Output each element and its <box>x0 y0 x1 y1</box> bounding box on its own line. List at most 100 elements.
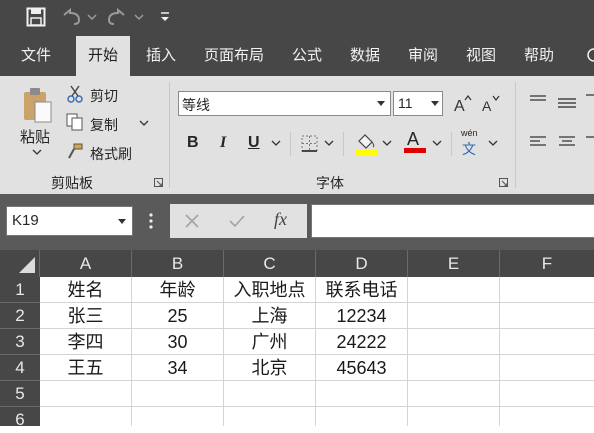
horizontal-align-icons[interactable] <box>528 132 594 156</box>
paste-button[interactable]: 粘贴 <box>20 126 50 147</box>
copy-dropdown-icon[interactable] <box>138 119 150 127</box>
font-color-button[interactable]: A <box>404 128 426 154</box>
cell-a4[interactable]: 王五 <box>40 355 132 381</box>
cell-b5[interactable] <box>132 381 224 407</box>
tab-page-layout[interactable]: 页面布局 <box>196 36 272 76</box>
phonetic-dropdown-icon[interactable] <box>487 139 499 147</box>
cell-d4[interactable]: 45643 <box>316 355 408 381</box>
tab-formulas[interactable]: 公式 <box>282 36 332 76</box>
cell-b1[interactable]: 年龄 <box>132 277 224 303</box>
cell-f3[interactable] <box>500 329 594 355</box>
cell-f4[interactable] <box>500 355 594 381</box>
vertical-align-icons[interactable] <box>528 91 594 115</box>
cell-f1[interactable] <box>500 277 594 303</box>
row-header-5[interactable]: 5 <box>0 381 40 407</box>
more-options-icon[interactable] <box>147 211 155 231</box>
cell-f5[interactable] <box>500 381 594 407</box>
cell-c4[interactable]: 北京 <box>224 355 316 381</box>
cell-b4[interactable]: 34 <box>132 355 224 381</box>
lightbulb-icon[interactable] <box>584 46 594 66</box>
clipboard-launcher-icon[interactable] <box>154 178 164 188</box>
borders-dropdown-icon[interactable] <box>323 139 335 147</box>
cell-e4[interactable] <box>408 355 500 381</box>
tab-view[interactable]: 视图 <box>456 36 506 76</box>
cell-e3[interactable] <box>408 329 500 355</box>
cell-a3[interactable]: 李四 <box>40 329 132 355</box>
column-header-b[interactable]: B <box>132 250 224 277</box>
cell-e1[interactable] <box>408 277 500 303</box>
tab-data[interactable]: 数据 <box>340 36 390 76</box>
cell-e2[interactable] <box>408 303 500 329</box>
underline-dropdown-icon[interactable] <box>270 139 282 147</box>
cell-c6[interactable] <box>224 407 316 426</box>
format-painter-icon[interactable] <box>66 142 84 160</box>
copy-button[interactable]: 复制 <box>90 115 118 135</box>
row-header-6[interactable]: 6 <box>0 407 40 429</box>
cell-a5[interactable] <box>40 381 132 407</box>
cell-d3[interactable]: 24222 <box>316 329 408 355</box>
cell-f6[interactable] <box>500 407 594 426</box>
formula-input[interactable] <box>311 204 594 238</box>
cut-button[interactable]: 剪切 <box>90 86 118 106</box>
cell-e5[interactable] <box>408 381 500 407</box>
column-header-a[interactable]: A <box>40 250 132 277</box>
font-launcher-icon[interactable] <box>499 178 509 188</box>
cell-f2[interactable] <box>500 303 594 329</box>
cancel-icon[interactable] <box>184 213 200 229</box>
tab-file[interactable]: 文件 <box>10 36 62 76</box>
column-header-d[interactable]: D <box>316 250 408 277</box>
bold-button[interactable]: B <box>187 134 199 152</box>
fill-color-dropdown-icon[interactable] <box>381 139 393 147</box>
paste-dropdown-icon[interactable] <box>31 148 43 156</box>
font-color-dropdown-icon[interactable] <box>431 139 443 147</box>
underline-button[interactable]: U <box>248 134 260 152</box>
ribbon-home: 粘贴 剪切 复制 格式刷 剪贴板 等线 11 A A B I U A wén 文… <box>0 76 594 194</box>
column-header-f[interactable]: F <box>500 250 594 277</box>
column-header-e[interactable]: E <box>408 250 500 277</box>
row-header-2[interactable]: 2 <box>0 303 40 329</box>
tab-home[interactable]: 开始 <box>76 36 130 76</box>
customize-qat-icon[interactable] <box>159 10 171 24</box>
cell-c3[interactable]: 广州 <box>224 329 316 355</box>
enter-check-icon[interactable] <box>228 213 246 229</box>
decrease-font-size-icon[interactable]: A <box>480 94 500 114</box>
cell-c5[interactable] <box>224 381 316 407</box>
cut-icon[interactable] <box>66 85 84 103</box>
cell-a1[interactable]: 姓名 <box>40 277 132 303</box>
row-header-3[interactable]: 3 <box>0 329 40 355</box>
cell-d2[interactable]: 12234 <box>316 303 408 329</box>
row-header-4[interactable]: 4 <box>0 355 40 381</box>
save-icon[interactable] <box>26 7 46 27</box>
cell-b6[interactable] <box>132 407 224 426</box>
row-header-1[interactable]: 1 <box>0 277 40 303</box>
cell-b3[interactable]: 30 <box>132 329 224 355</box>
paste-icon[interactable] <box>21 86 55 126</box>
increase-font-size-icon[interactable]: A <box>452 94 472 114</box>
tab-review[interactable]: 审阅 <box>398 36 448 76</box>
copy-icon[interactable] <box>66 113 84 131</box>
select-all-button[interactable] <box>0 250 40 277</box>
cell-c2[interactable]: 上海 <box>224 303 316 329</box>
borders-icon[interactable] <box>300 134 320 154</box>
cell-d6[interactable] <box>316 407 408 426</box>
tab-insert[interactable]: 插入 <box>136 36 186 76</box>
font-size-dropdown[interactable]: 11 <box>393 91 443 116</box>
phonetic-guide-button[interactable]: wén 文 <box>460 128 482 157</box>
cell-a6[interactable] <box>40 407 132 426</box>
fill-color-icon[interactable] <box>353 131 379 157</box>
cell-d1[interactable]: 联系电话 <box>316 277 408 303</box>
tab-help[interactable]: 帮助 <box>514 36 564 76</box>
cell-e6[interactable] <box>408 407 500 426</box>
font-name-dropdown[interactable]: 等线 <box>178 91 391 116</box>
name-box[interactable]: K19 <box>6 206 133 236</box>
cell-d5[interactable] <box>316 381 408 407</box>
cell-c1[interactable]: 入职地点 <box>224 277 316 303</box>
cell-a2[interactable]: 张三 <box>40 303 132 329</box>
italic-button[interactable]: I <box>220 134 226 152</box>
format-painter-button[interactable]: 格式刷 <box>90 144 132 164</box>
undo-icon[interactable] <box>60 7 100 27</box>
cell-b2[interactable]: 25 <box>132 303 224 329</box>
column-header-c[interactable]: C <box>224 250 316 277</box>
redo-icon[interactable] <box>105 7 145 27</box>
insert-function-button[interactable]: fx <box>274 209 287 230</box>
